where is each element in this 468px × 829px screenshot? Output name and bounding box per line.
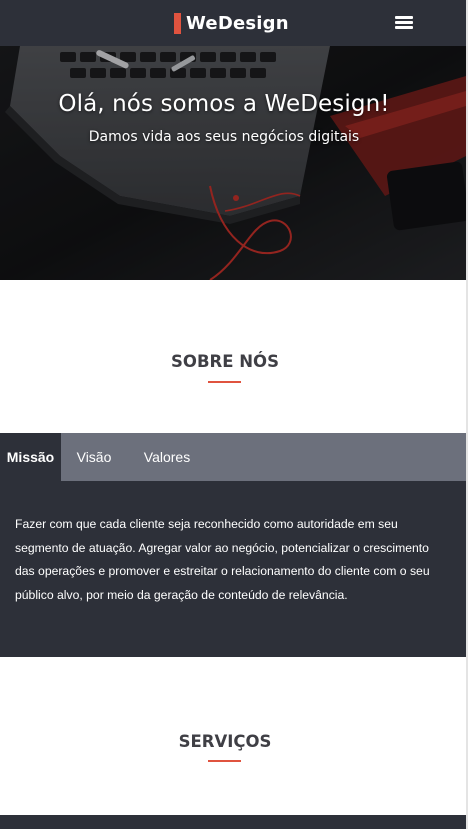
services-content-band <box>0 815 466 829</box>
about-section-title: SOBRE NÓS <box>171 352 279 371</box>
tab-valores[interactable]: Valores <box>132 433 202 481</box>
tab-panel-missao: Fazer com que cada cliente seja reconhec… <box>0 481 466 657</box>
top-navbar: WeDesign <box>0 0 466 46</box>
page: WeDesign Olá, nós somos a WeDesign! Damo… <box>0 0 466 829</box>
hero-subtitle: Damos vida aos seus negócios digitais <box>88 129 360 145</box>
about-title-underline <box>208 381 241 383</box>
tab-missao[interactable]: Missão <box>0 433 61 481</box>
services-title-underline <box>208 760 241 762</box>
brand-name: WeDesign <box>186 12 289 34</box>
about-tabbar: Missão Visão Valores <box>0 433 466 481</box>
hero-background-image <box>0 46 466 280</box>
hamburger-menu-icon[interactable] <box>395 15 413 30</box>
tab-visao[interactable]: Visão <box>66 433 122 481</box>
hero-title: Olá, nós somos a WeDesign! <box>58 91 390 117</box>
hero-banner: Olá, nós somos a WeDesign! Damos vida ao… <box>0 46 466 280</box>
brand-logo[interactable]: WeDesign <box>174 11 289 35</box>
services-section-title: SERVIÇOS <box>178 732 272 751</box>
brand-accent-bar <box>174 12 181 34</box>
mission-text: Fazer com que cada cliente seja reconhec… <box>15 517 430 602</box>
